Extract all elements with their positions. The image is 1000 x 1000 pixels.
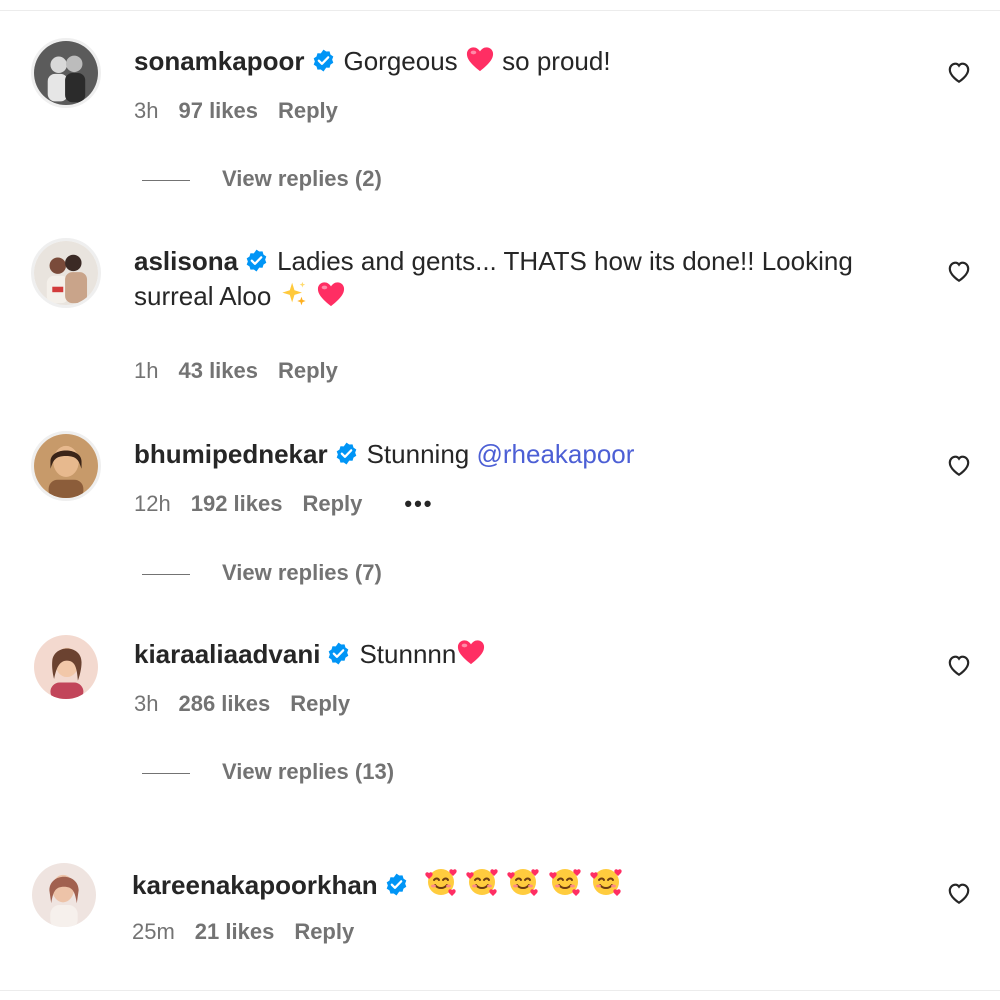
comment-meta: 1h 43 likes Reply	[134, 356, 358, 386]
username[interactable]: kiaraaliaadvani	[134, 639, 320, 669]
verified-badge-icon	[244, 248, 269, 273]
view-replies-label: View replies (7)	[222, 560, 382, 585]
smiling-face-with-hearts-icon	[506, 865, 540, 906]
smiling-face-with-hearts-icon	[424, 865, 458, 906]
likes-count[interactable]: 43 likes	[178, 358, 258, 383]
like-heart-icon[interactable]	[946, 880, 972, 906]
comment-text-line: aslisona Ladies and gents... THATS how it…	[134, 244, 853, 279]
like-heart-icon[interactable]	[946, 652, 972, 678]
comment-text-line: sonamkapoor Gorgeous so proud!	[134, 44, 611, 82]
avatar[interactable]	[31, 632, 101, 702]
smiling-face-with-hearts-icon	[548, 865, 582, 906]
bottom-divider	[0, 990, 1000, 991]
view-replies-label: View replies (2)	[222, 166, 382, 191]
timestamp[interactable]: 12h	[134, 491, 171, 516]
heart-emoji-icon	[465, 45, 495, 82]
view-replies-button[interactable]: View replies (2)	[142, 164, 382, 194]
heart-emoji-icon	[316, 280, 346, 317]
comment-text: Stunning	[366, 439, 470, 469]
username[interactable]: kareenakapoorkhan	[132, 870, 378, 900]
avatar[interactable]	[29, 860, 99, 930]
verified-badge-icon	[311, 48, 336, 73]
likes-count[interactable]: 97 likes	[178, 98, 258, 123]
sparkles-emoji-icon	[279, 280, 309, 317]
comment-text-line: kareenakapoorkhan	[132, 865, 623, 906]
username[interactable]: aslisona	[134, 246, 238, 276]
comment-meta: 12h 192 likes Reply •••	[134, 489, 454, 519]
smiling-face-with-hearts-icon	[589, 865, 623, 906]
mention-link[interactable]: @rheakapoor	[476, 439, 634, 469]
replies-divider-line	[142, 573, 190, 575]
timestamp[interactable]: 3h	[134, 98, 158, 123]
verified-badge-icon	[384, 872, 409, 897]
comment-text: Ladies and gents... THATS how its done!!…	[277, 246, 853, 276]
like-heart-icon[interactable]	[946, 59, 972, 85]
likes-count[interactable]: 192 likes	[191, 491, 283, 516]
timestamp[interactable]: 25m	[132, 919, 175, 944]
comment-text-line: bhumipednekar Stunning @rheakapoor	[134, 437, 634, 472]
comment-text-line-2: surreal Aloo	[134, 279, 346, 317]
likes-count[interactable]: 21 likes	[195, 919, 275, 944]
replies-divider-line	[142, 179, 190, 181]
comment-text: Stunnnn	[359, 639, 457, 669]
timestamp[interactable]: 3h	[134, 691, 158, 716]
comment-text-line: kiaraaliaadvani Stunnnn	[134, 637, 486, 675]
view-replies-label: View replies (13)	[222, 759, 395, 784]
verified-badge-icon	[326, 641, 351, 666]
reply-button[interactable]: Reply	[278, 358, 338, 383]
comment-text-continued: so proud!	[502, 46, 611, 76]
replies-divider-line	[142, 772, 190, 774]
more-options-icon[interactable]: •••	[404, 491, 433, 516]
like-heart-icon[interactable]	[946, 258, 972, 284]
reply-button[interactable]: Reply	[294, 919, 354, 944]
heart-emoji-icon	[456, 638, 486, 675]
smiling-face-with-hearts-icon	[465, 865, 499, 906]
comment-text: Gorgeous	[343, 46, 458, 76]
comment-meta: 25m 21 likes Reply	[132, 917, 374, 947]
view-replies-button[interactable]: View replies (13)	[142, 757, 394, 787]
avatar[interactable]	[31, 38, 101, 108]
likes-count[interactable]: 286 likes	[178, 691, 270, 716]
comment-meta: 3h 97 likes Reply	[134, 96, 358, 126]
avatar[interactable]	[31, 238, 101, 308]
top-divider	[0, 10, 1000, 11]
username[interactable]: sonamkapoor	[134, 46, 305, 76]
reply-button[interactable]: Reply	[278, 98, 338, 123]
reply-button[interactable]: Reply	[290, 691, 350, 716]
timestamp[interactable]: 1h	[134, 358, 158, 383]
comment-text-continued: surreal Aloo	[134, 281, 272, 311]
verified-badge-icon	[334, 441, 359, 466]
reply-button[interactable]: Reply	[302, 491, 362, 516]
avatar[interactable]	[31, 431, 101, 501]
view-replies-button[interactable]: View replies (7)	[142, 558, 382, 588]
like-heart-icon[interactable]	[946, 452, 972, 478]
comment-meta: 3h 286 likes Reply	[134, 689, 370, 719]
username[interactable]: bhumipednekar	[134, 439, 328, 469]
